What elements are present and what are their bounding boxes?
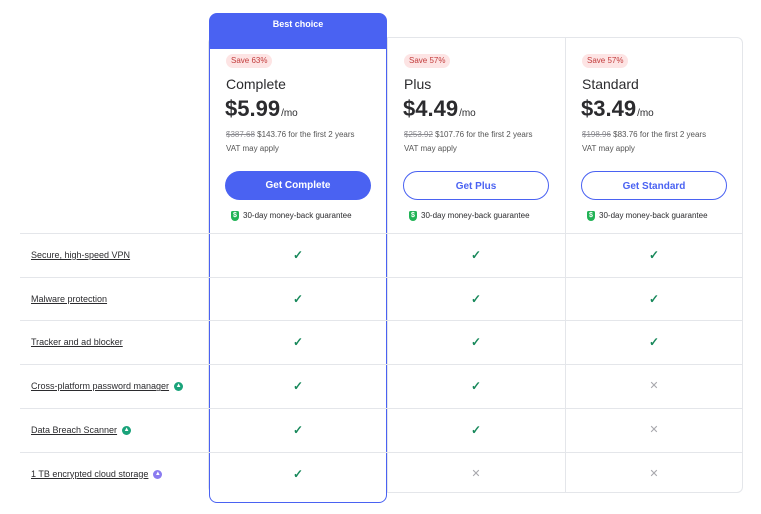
check-icon: ✓: [292, 248, 304, 262]
get-plus-button[interactable]: Get Plus: [403, 171, 549, 200]
guarantee-text: 30-day money-back guarantee: [243, 211, 352, 221]
feature-label-text: Cross-platform password manager: [31, 381, 170, 392]
cross-icon: ✕: [471, 467, 481, 480]
guarantee: $30-day money-back guarantee: [409, 211, 530, 221]
get-complete-button[interactable]: Get Complete: [225, 171, 371, 200]
check-icon: ✓: [648, 335, 660, 350]
cross-icon: ✕: [649, 423, 659, 436]
price-details: $253.92 $107.76 for the first 2 years: [404, 130, 533, 139]
original-price: $387.68: [226, 130, 255, 139]
check-icon: ✓: [292, 466, 304, 481]
guarantee: $30-day money-back guarantee: [231, 211, 352, 221]
promo-price: $107.76 for the first 2 years: [435, 130, 533, 139]
feature-row: Data Breach Scanner ▲ ✓ ✓ ✕: [20, 408, 743, 452]
price-details: $387.68 $143.76 for the first 2 years: [226, 130, 355, 139]
plan-price: $5.99/mo: [225, 96, 298, 122]
cloud-storage-icon: ▲: [153, 469, 163, 479]
feature-label[interactable]: Cross-platform password manager ▲: [31, 364, 184, 408]
save-badge: Save 57%: [582, 54, 629, 68]
save-badge: Save 57%: [404, 54, 451, 68]
feature-label[interactable]: Secure, high-speed VPN: [31, 233, 130, 277]
plan-name: Complete: [226, 76, 286, 92]
save-badge: Save 63%: [226, 54, 273, 68]
original-price: $253.92: [404, 130, 433, 139]
feature-label-text: Data Breach Scanner: [31, 424, 118, 435]
guarantee: $30-day money-back guarantee: [587, 211, 708, 221]
check-icon: ✓: [470, 248, 482, 262]
feature-row: Tracker and ad blocker ✓ ✓ ✓: [20, 320, 743, 364]
breach-scanner-icon: ▲: [122, 425, 132, 435]
promo-price: $143.76 for the first 2 years: [257, 130, 355, 139]
promo-price: $83.76 for the first 2 years: [613, 130, 707, 139]
shield-icon: $: [231, 211, 239, 221]
cross-icon: ✕: [649, 467, 659, 480]
check-icon: ✓: [648, 248, 660, 262]
feature-row: 1 TB encrypted cloud storage ▲ ✓ ✕ ✕: [20, 452, 743, 496]
feature-label-text: Malware protection: [31, 293, 108, 304]
check-icon: ✓: [292, 291, 304, 306]
original-price: $198.96: [582, 130, 611, 139]
shield-icon: $: [587, 211, 595, 221]
cross-icon: ✕: [649, 380, 659, 393]
check-icon: ✓: [470, 335, 482, 350]
vat-note: VAT may apply: [404, 144, 457, 153]
plan-card-plus: Save 57% Plus $4.49/mo $253.92 $107.76 f…: [387, 37, 565, 233]
check-icon: ✓: [470, 291, 482, 306]
feature-label[interactable]: Malware protection: [31, 277, 107, 321]
plan-card-complete: Save 63% Complete $5.99/mo $387.68 $143.…: [209, 37, 387, 233]
feature-label[interactable]: 1 TB encrypted cloud storage ▲: [31, 452, 163, 496]
feature-label[interactable]: Data Breach Scanner ▲: [31, 408, 132, 452]
plan-name: Standard: [582, 76, 639, 92]
price-details: $198.96 $83.76 for the first 2 years: [582, 130, 706, 139]
check-icon: ✓: [470, 422, 482, 437]
feature-label-text: Secure, high-speed VPN: [31, 250, 131, 260]
plan-card-standard: Save 57% Standard $3.49/mo $198.96 $83.7…: [565, 37, 743, 233]
check-icon: ✓: [292, 335, 304, 350]
feature-label[interactable]: Tracker and ad blocker: [31, 320, 123, 364]
check-icon: ✓: [292, 379, 304, 394]
price-amount: $4.49: [403, 96, 459, 121]
plan-price: $4.49/mo: [403, 96, 476, 122]
price-amount: $3.49: [581, 96, 637, 121]
plan-name: Plus: [404, 76, 432, 92]
feature-label-text: 1 TB encrypted cloud storage: [31, 468, 149, 479]
feature-row: Cross-platform password manager ▲ ✓ ✓ ✕: [20, 364, 743, 408]
check-icon: ✓: [470, 379, 482, 394]
feature-row: Secure, high-speed VPN ✓ ✓ ✓: [20, 233, 743, 277]
vat-note: VAT may apply: [226, 144, 279, 153]
price-unit: /mo: [637, 108, 654, 119]
feature-row: Malware protection ✓ ✓ ✓: [20, 277, 743, 321]
get-standard-button[interactable]: Get Standard: [581, 171, 727, 200]
guarantee-text: 30-day money-back guarantee: [599, 211, 708, 221]
vat-note: VAT may apply: [582, 144, 635, 153]
password-manager-icon: ▲: [174, 382, 184, 392]
feature-label-text: Tracker and ad blocker: [31, 337, 123, 348]
price-amount: $5.99: [225, 96, 281, 121]
price-unit: /mo: [459, 108, 476, 119]
check-icon: ✓: [648, 291, 660, 306]
shield-icon: $: [409, 211, 417, 221]
check-icon: ✓: [292, 422, 304, 437]
price-unit: /mo: [281, 108, 298, 119]
guarantee-text: 30-day money-back guarantee: [421, 211, 530, 221]
plan-price: $3.49/mo: [581, 96, 654, 122]
